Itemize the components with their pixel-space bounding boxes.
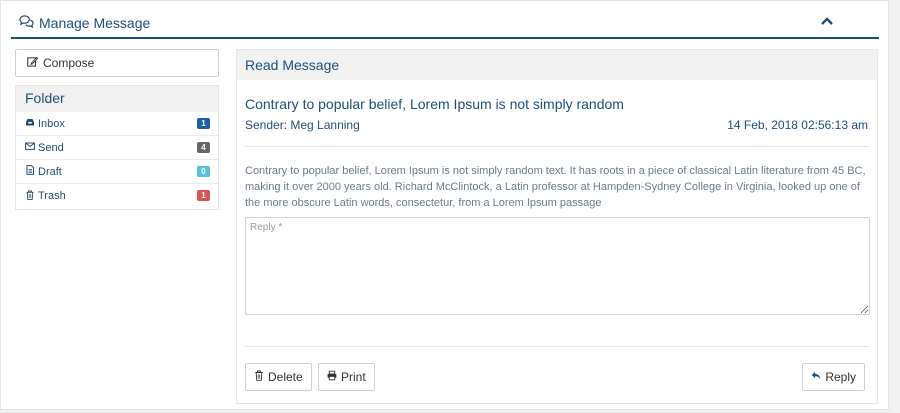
count-badge: 1 [197, 118, 210, 129]
panel-header: Manage Message [11, 1, 879, 39]
print-button[interactable]: Print [318, 363, 375, 391]
sidebar-item-label: Trash [38, 190, 66, 202]
sidebar-item-trash[interactable]: Trash 1 [16, 184, 218, 208]
sidebar-item-label: Inbox [38, 117, 65, 130]
read-message-panel: Read Message Contrary to popular belief,… [236, 49, 878, 404]
message-subject: Contrary to popular belief, Lorem Ipsum … [245, 96, 624, 112]
print-icon [327, 370, 337, 384]
comments-icon [19, 15, 34, 31]
sidebar-item-send[interactable]: Send 4 [16, 136, 218, 160]
message-body: Contrary to popular belief, Lorem Ipsum … [245, 165, 866, 209]
folder-title: Folder [16, 86, 218, 112]
delete-label: Delete [268, 370, 303, 384]
trash-icon [254, 370, 264, 384]
edit-icon [27, 56, 39, 70]
chevron-up-icon[interactable] [820, 15, 834, 27]
reply-icon [811, 370, 821, 384]
count-badge: 1 [197, 190, 210, 201]
folder-list: Folder Inbox 1 Send 4 Draft 0 Trash 1 [15, 85, 219, 210]
sidebar-item-inbox[interactable]: Inbox 1 [16, 112, 218, 136]
count-badge: 0 [197, 166, 210, 177]
trash-icon [25, 190, 35, 203]
reply-textarea[interactable] [245, 217, 870, 315]
compose-button[interactable]: Compose [15, 49, 219, 77]
reply-label: Reply [825, 370, 856, 384]
file-icon [25, 165, 35, 178]
read-message-title: Read Message [237, 50, 877, 80]
print-label: Print [341, 370, 366, 384]
envelope-icon [25, 141, 35, 154]
compose-label: Compose [43, 56, 95, 70]
page-title: Manage Message [19, 15, 150, 31]
message-sender: Sender: Meg Lanning [245, 118, 360, 132]
message-datetime: 14 Feb, 2018 02:56:13 am [727, 118, 868, 132]
sidebar-item-draft[interactable]: Draft 0 [16, 160, 218, 184]
sidebar-item-label: Draft [38, 165, 62, 178]
manage-message-panel: Manage Message Compose Folder Inbox 1 Se… [0, 0, 889, 410]
page-title-text: Manage Message [39, 15, 151, 31]
divider [245, 146, 869, 147]
sidebar-item-label: Send [38, 141, 64, 154]
count-badge: 4 [197, 142, 210, 153]
reply-button[interactable]: Reply [802, 363, 865, 391]
divider [245, 346, 869, 347]
delete-button[interactable]: Delete [245, 363, 312, 391]
inbox-icon [25, 117, 35, 130]
